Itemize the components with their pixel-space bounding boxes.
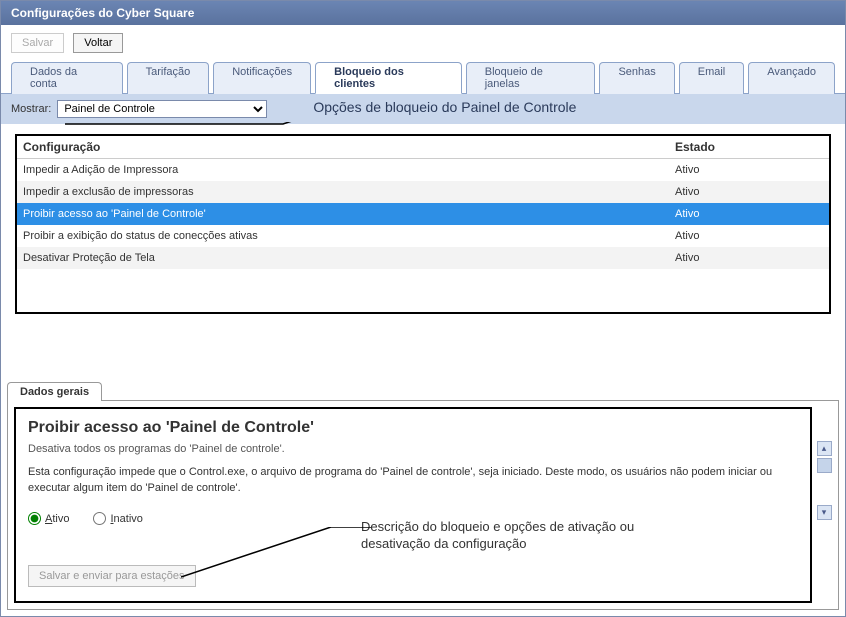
cell-state: Ativo <box>669 159 829 181</box>
tab-bloqueio-janelas[interactable]: Bloqueio de janelas <box>466 62 596 94</box>
tab-avancado[interactable]: Avançado <box>748 62 835 94</box>
cell-state: Ativo <box>669 225 829 247</box>
cell-config: Impedir a Adição de Impressora <box>17 159 669 181</box>
radio-active-label: Ativo <box>45 513 69 525</box>
cell-config: Desativar Proteção de Tela <box>17 247 669 269</box>
tab-bloqueio-clientes[interactable]: Bloqueio dos clientes <box>315 62 462 94</box>
details-panel: Proibir acesso ao 'Painel de Controle' D… <box>7 400 839 610</box>
radio-inactive[interactable]: Inativo <box>93 512 142 525</box>
radio-active-input[interactable] <box>28 512 41 525</box>
tab-senhas[interactable]: Senhas <box>599 62 674 94</box>
save-send-button[interactable]: Salvar e enviar para estações <box>28 565 196 587</box>
filter-label: Mostrar: <box>11 103 51 115</box>
tab-dados-gerais[interactable]: Dados gerais <box>7 382 102 401</box>
cell-config: Proibir a exibição do status de conecçõe… <box>17 225 669 247</box>
scroll-thumb[interactable] <box>817 458 832 473</box>
toolbar: Salvar Voltar <box>1 25 845 61</box>
tab-tarifacao[interactable]: Tarifação <box>127 62 210 94</box>
scroll-down-icon[interactable]: ▾ <box>817 505 832 520</box>
tab-notificacoes[interactable]: Notificações <box>213 62 311 94</box>
annotation-pointer-bottom <box>181 527 371 587</box>
save-button[interactable]: Salvar <box>11 33 64 53</box>
window-title: Configurações do Cyber Square <box>11 6 194 20</box>
cell-state: Ativo <box>669 181 829 203</box>
radio-inactive-input[interactable] <box>93 512 106 525</box>
window-titlebar: Configurações do Cyber Square <box>1 1 845 25</box>
table-row[interactable]: Impedir a exclusão de impressorasAtivo <box>17 181 829 203</box>
filter-select[interactable]: Painel de Controle <box>57 100 267 118</box>
back-button[interactable]: Voltar <box>73 33 123 53</box>
annotation-top: Opções de bloqueio do Painel de Controle <box>313 99 576 115</box>
radio-inactive-label: Inativo <box>110 513 142 525</box>
scroll-up-icon[interactable]: ▴ <box>817 441 832 456</box>
details-body: Esta configuração impede que o Control.e… <box>28 465 798 496</box>
tab-email[interactable]: Email <box>679 62 745 94</box>
cell-state: Ativo <box>669 203 829 225</box>
table-row[interactable]: Impedir a Adição de ImpressoraAtivo <box>17 159 829 181</box>
filter-bar: Mostrar: Painel de Controle Opções de bl… <box>1 94 845 124</box>
table-row[interactable]: Desativar Proteção de TelaAtivo <box>17 247 829 269</box>
config-table: Configuração Estado Impedir a Adição de … <box>15 134 831 314</box>
radio-active[interactable]: Ativo <box>28 512 69 525</box>
th-state: Estado <box>669 136 829 158</box>
cell-config: Impedir a exclusão de impressoras <box>17 181 669 203</box>
tab-dados-conta[interactable]: Dados da conta <box>11 62 123 94</box>
annotation-bottom: Descrição do bloqueio e opções de ativaç… <box>361 519 634 553</box>
table-row[interactable]: Proibir acesso ao 'Painel de Controle'At… <box>17 203 829 225</box>
details-title: Proibir acesso ao 'Painel de Controle' <box>28 419 798 437</box>
details-subtitle: Desativa todos os programas do 'Painel d… <box>28 443 798 455</box>
table-row[interactable]: Proibir a exibição do status de conecçõe… <box>17 225 829 247</box>
cell-config: Proibir acesso ao 'Painel de Controle' <box>17 203 669 225</box>
main-tabs: Dados da contaTarifaçãoNotificaçõesBloqu… <box>1 61 845 94</box>
th-config: Configuração <box>17 136 669 158</box>
details-scrollbar: ▴ ▾ <box>816 441 832 520</box>
cell-state: Ativo <box>669 247 829 269</box>
table-header: Configuração Estado <box>17 136 829 159</box>
